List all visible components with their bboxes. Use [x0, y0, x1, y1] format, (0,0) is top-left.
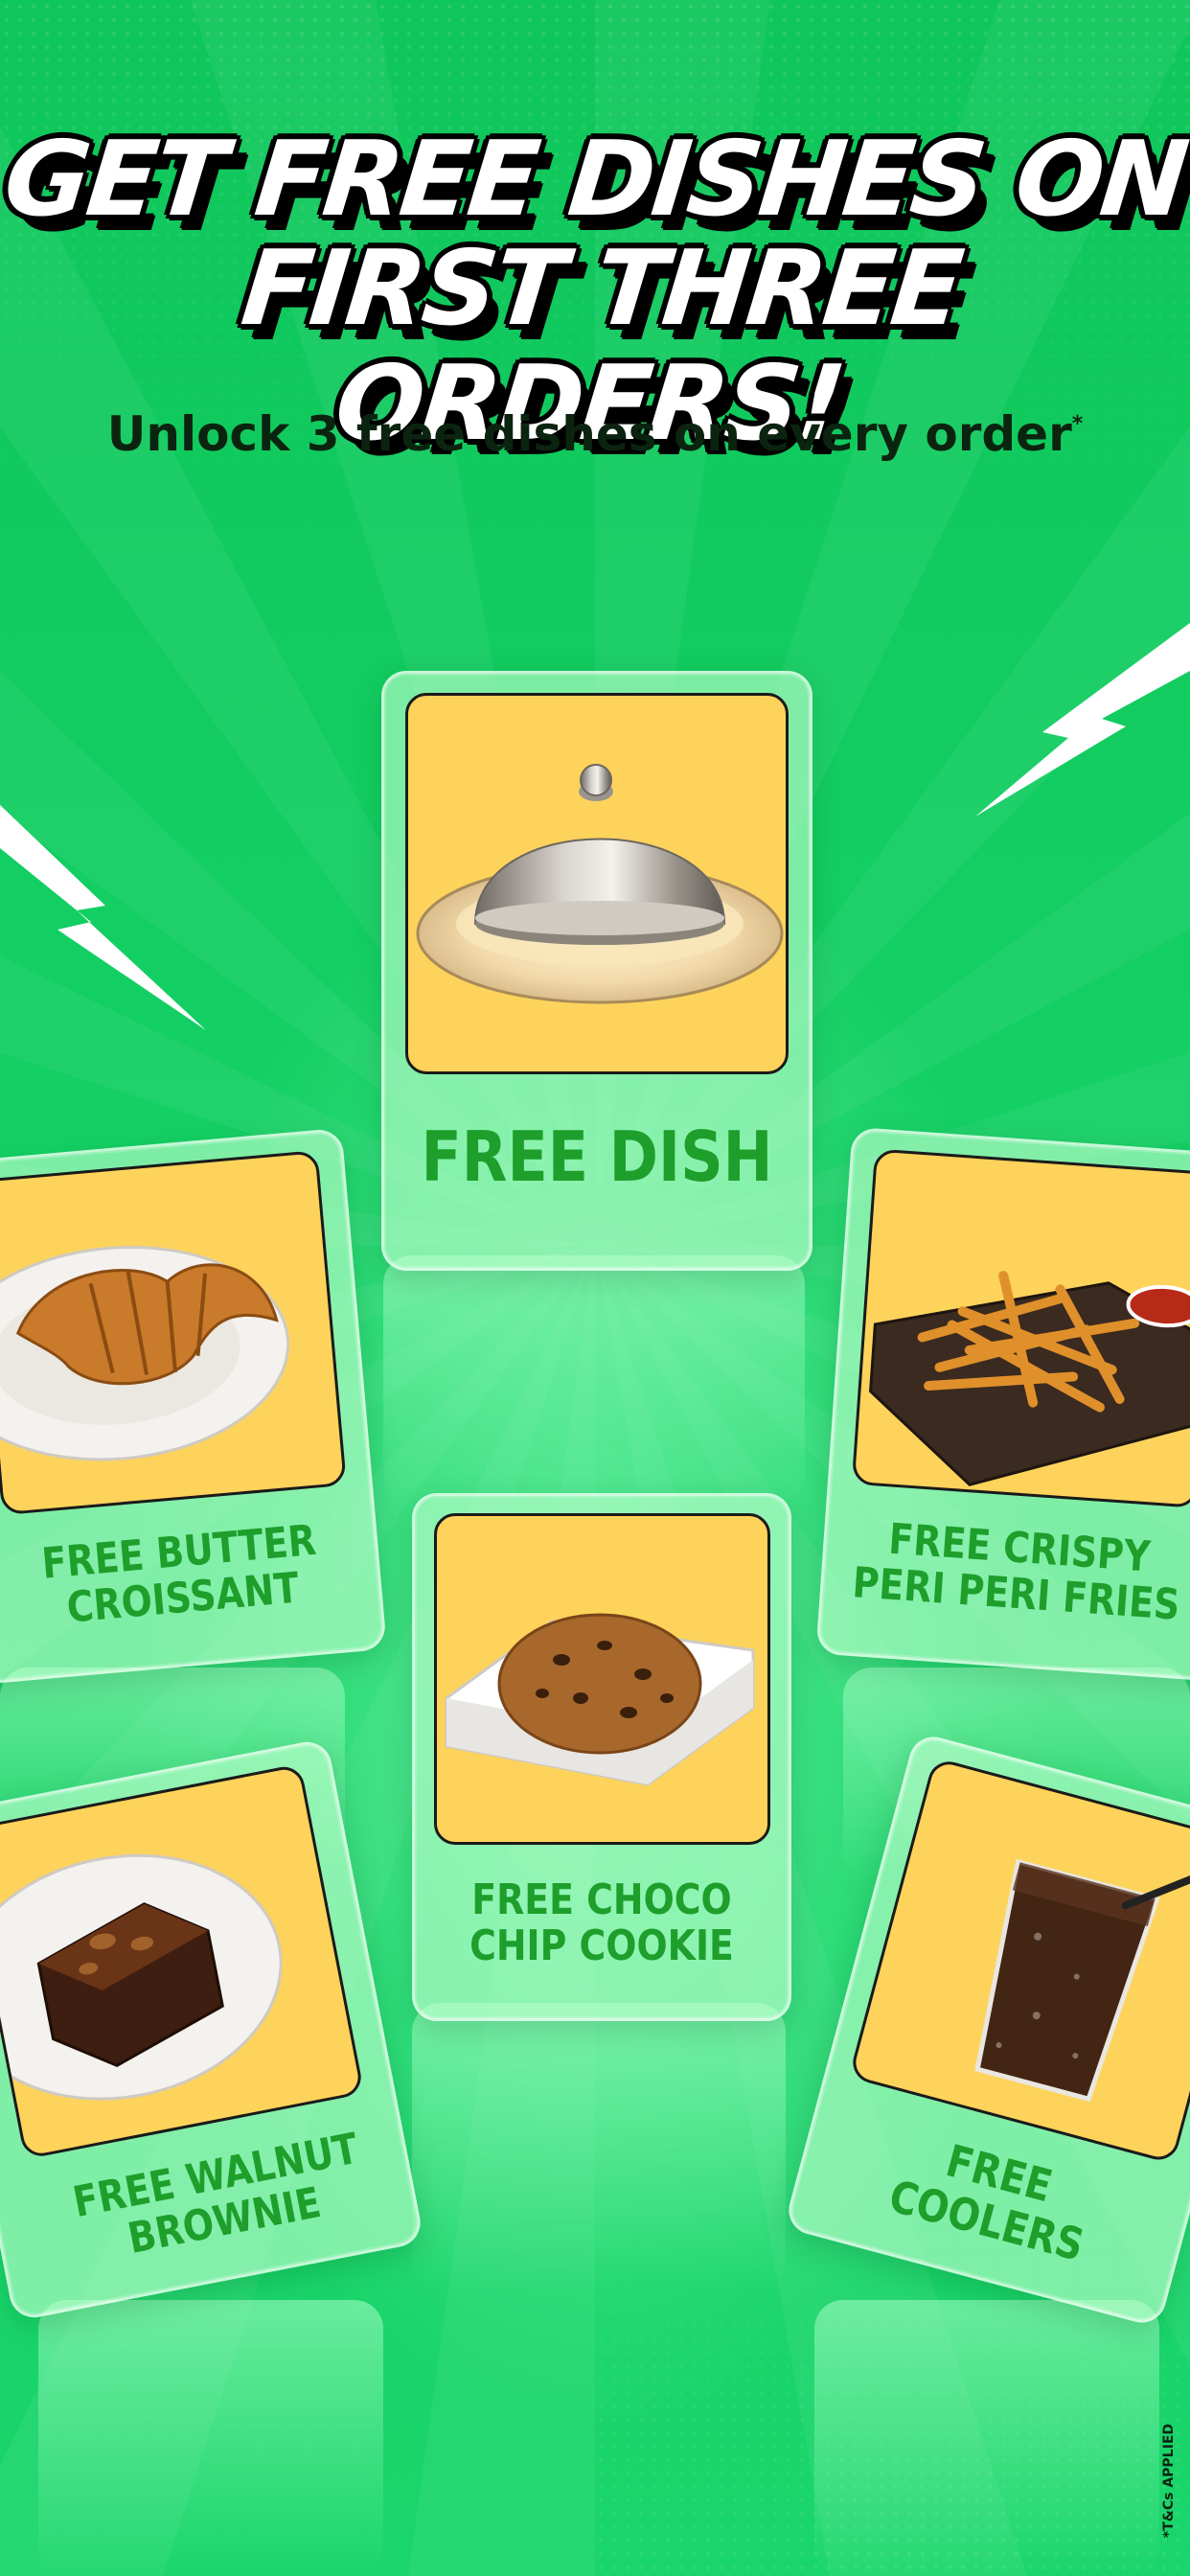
lightning-bolt-right-icon [975, 623, 1190, 816]
card-peri-peri-fries[interactable]: FREE CRISPY PERI PERI FRIES [815, 1126, 1190, 1683]
glow-center [383, 1255, 805, 1505]
card-butter-croissant[interactable]: FREE BUTTER CROISSANT [0, 1127, 387, 1687]
card-free-dish[interactable]: FREE DISH [381, 671, 812, 1271]
brownie-icon [0, 1853, 283, 2101]
card-label: FREE CRISPY PERI PERI FRIES [850, 1514, 1190, 1631]
card-choco-chip-cookie[interactable]: FREE CHOCO CHIP COOKIE [412, 1493, 791, 2021]
card-label: FREE BUTTER CROISSANT [0, 1515, 352, 1639]
terms-footnote: *T&Cs APPLIED [1161, 2423, 1177, 2538]
card-image-panel [434, 1513, 770, 1845]
croissant-icon [0, 1246, 290, 1461]
cloche-icon [416, 764, 784, 1004]
card-label-line-2: CHIP COOKIE [469, 1921, 734, 1971]
card-image-panel [848, 1757, 1190, 2165]
subtitle-asterisk: * [1071, 412, 1084, 436]
glow-left-bottom [38, 2300, 383, 2576]
card-image-panel [0, 1150, 347, 1516]
card-image-panel [0, 1763, 365, 2160]
card-label: FREE DISH [421, 1116, 773, 1197]
cold-drink-icon [974, 1856, 1190, 2103]
card-label: FREE CHOCO CHIP COOKIE [441, 1875, 762, 1971]
glow-right-bottom [814, 2300, 1159, 2576]
cookie-icon [445, 1613, 755, 1786]
headline-line-1: GET FREE DISHES ON [0, 120, 1190, 240]
card-image-panel [405, 693, 789, 1074]
card-label-line-1: FREE CHOCO [471, 1875, 732, 1924]
lightning-bolt-left-icon [0, 805, 206, 1030]
card-image-panel [851, 1148, 1190, 1508]
subtitle-text: Unlock 3 free dishes on every order [106, 406, 1072, 462]
fries-icon [868, 1271, 1190, 1486]
glow-middle [412, 2003, 786, 2290]
subtitle: Unlock 3 free dishes on every order* [0, 406, 1190, 462]
